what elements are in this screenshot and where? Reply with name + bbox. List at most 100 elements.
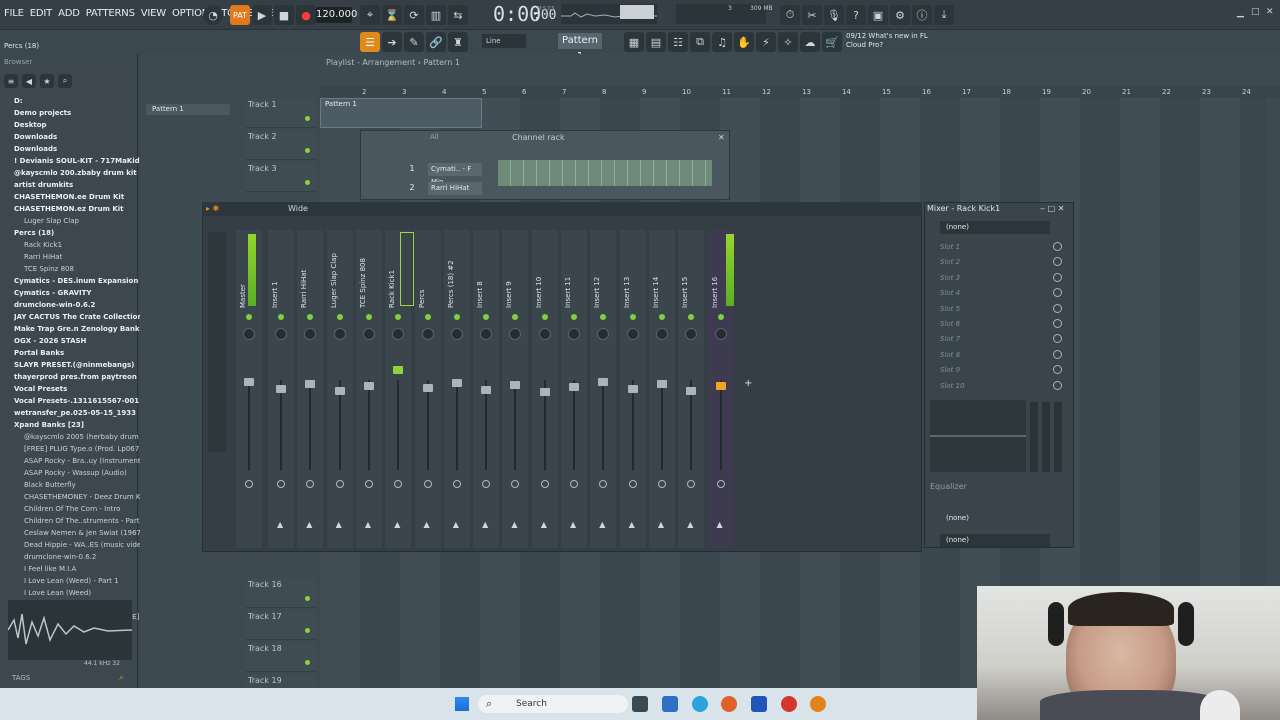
plugin-picker-icon[interactable]: ♫ — [712, 32, 732, 52]
slot-mix-knob[interactable] — [1053, 365, 1062, 375]
pattern-song-toggle[interactable]: PAT — [230, 5, 250, 25]
pan-knob[interactable] — [626, 328, 639, 340]
browser-item[interactable]: CHASETHEMON.ee Drum Kit — [14, 192, 148, 203]
timeline-ruler[interactable]: 2 3 4 5 6 7 8 9 10 11 12 13 14 15 16 17 18 19 20 21 22 23 24 — [320, 86, 1280, 98]
stamp-icon[interactable]: ♜ — [448, 32, 468, 52]
track-header[interactable]: Track 18 — [246, 642, 316, 672]
countdown-icon[interactable]: ⌛ — [382, 5, 402, 25]
effect-slot[interactable]: Slot 8 — [930, 348, 1070, 362]
news-hint[interactable]: 09/12 What's new in FL Cloud Pro? — [846, 32, 936, 50]
pan-knob[interactable] — [392, 328, 405, 340]
route-arrow-icon[interactable]: ▲ — [453, 520, 459, 529]
track-mute-led[interactable] — [305, 148, 310, 153]
volume-fader-cap[interactable] — [627, 385, 638, 393]
pan-knob[interactable] — [304, 328, 317, 340]
effect-slot[interactable]: Slot 7 — [930, 332, 1070, 346]
eq-graph[interactable] — [930, 400, 1026, 472]
strip-enable-led[interactable] — [453, 314, 460, 320]
route-send-icon[interactable] — [628, 480, 637, 488]
save-icon[interactable]: ▣ — [868, 5, 888, 25]
play-icon[interactable]: ▶ — [252, 5, 272, 25]
strip-enable-led[interactable] — [307, 314, 314, 320]
browser-item[interactable]: Rack Kick1 — [24, 240, 158, 251]
track-mute-led[interactable] — [305, 116, 310, 121]
track-header[interactable]: Track 2 — [246, 130, 316, 160]
maximize-icon[interactable]: □ — [1251, 7, 1260, 17]
volume-fader-cap[interactable] — [715, 382, 726, 390]
mixer-strip[interactable]: Insert 8 ▲ — [473, 230, 500, 548]
track-header[interactable]: Track 16 — [246, 578, 316, 608]
effect-slot[interactable]: Slot 5 — [930, 302, 1070, 316]
browser-item[interactable]: ASAP Rocky - Wassup (Audio) — [24, 468, 158, 479]
strip-enable-led[interactable] — [541, 314, 548, 320]
route-arrow-icon[interactable]: ▲ — [541, 520, 547, 529]
browser-item[interactable]: ASAP Rocky - Bra..uy (Instrumental) — [24, 456, 158, 467]
route-arrow-icon[interactable]: ▲ — [629, 520, 635, 529]
route-send-icon[interactable] — [277, 480, 285, 488]
minimize-icon[interactable]: ▁ — [1237, 8, 1244, 18]
strip-enable-led[interactable] — [365, 314, 372, 320]
effect-slot[interactable]: Slot 2 — [930, 255, 1070, 269]
strip-enable-led[interactable] — [246, 314, 252, 320]
draw-icon[interactable]: ✎ — [404, 32, 424, 52]
route-send-icon[interactable] — [687, 480, 696, 488]
mixer-strip[interactable]: Insert 11 ▲ — [561, 230, 587, 548]
mixer-strip[interactable]: Insert 14 ▲ — [648, 230, 675, 548]
browser-item[interactable]: I Feel like M.I.A — [24, 564, 158, 575]
slot-mix-knob[interactable] — [1053, 242, 1062, 251]
browser-item[interactable]: Demo projects — [14, 108, 148, 119]
browser-item[interactable]: thayerprod pres.from paytreon — [14, 372, 148, 383]
mixer-strip[interactable]: Insert 13 ▲ — [619, 230, 646, 548]
pattern-clip[interactable]: Pattern 1 — [320, 98, 482, 128]
slot-mix-knob[interactable] — [1053, 334, 1062, 344]
browser-item[interactable]: Luger Slap Clap — [24, 216, 158, 227]
route-send-icon[interactable] — [716, 480, 725, 488]
track-mute-led[interactable] — [305, 660, 310, 665]
volume-fader-cap[interactable] — [510, 381, 521, 389]
metronome-icon[interactable]: ◔ — [203, 5, 223, 25]
slot-mix-knob[interactable] — [1053, 272, 1062, 282]
browser-item[interactable]: Desktop — [14, 120, 148, 131]
browser-item[interactable]: ! Devianis SOUL-KIT - 717MaKid — [14, 156, 148, 167]
link-icon[interactable]: 🔗 — [426, 32, 446, 52]
volume-fader-cap[interactable] — [598, 378, 609, 386]
output-select-2[interactable]: (none) — [940, 534, 1050, 547]
route-send-icon[interactable] — [570, 480, 578, 488]
route-send-icon[interactable] — [482, 480, 491, 488]
mixer-strip[interactable]: Rarri HiHat ▲ — [297, 230, 324, 548]
step-edit-icon[interactable]: ▥ — [426, 5, 446, 25]
mixer-icon[interactable]: ☷ — [668, 32, 688, 52]
volume-fader-cap[interactable] — [276, 385, 286, 393]
pan-knob[interactable] — [538, 328, 551, 340]
loop-record-icon[interactable]: ⟳ — [404, 5, 424, 25]
plugin-icon[interactable]: ⚙ — [890, 5, 910, 25]
browser-item[interactable]: Cymatics - DES.inum Expansion — [14, 276, 148, 287]
route-arrow-icon[interactable]: ▲ — [658, 520, 664, 529]
slot-mix-knob[interactable] — [1053, 380, 1062, 390]
windows-start-icon[interactable] — [455, 697, 469, 711]
pattern-list-item[interactable]: Pattern 1 — [146, 104, 230, 115]
output-select[interactable]: (none) — [940, 512, 1050, 525]
effect-slot[interactable]: Slot 4 — [930, 286, 1070, 300]
mixer-layout-select[interactable]: Wide — [288, 204, 308, 213]
route-arrow-icon[interactable]: ▲ — [511, 520, 517, 529]
mixer-strip[interactable]: Insert 15 ▲ — [678, 230, 705, 548]
pan-knob[interactable] — [714, 328, 727, 340]
strip-enable-led[interactable] — [483, 314, 490, 320]
browser-item[interactable]: Dead Hippie - WA..ES (music video) — [24, 540, 158, 551]
route-arrow-icon[interactable]: ▲ — [365, 520, 371, 529]
volume-fader-cap[interactable] — [334, 387, 345, 395]
volume-fader-cap[interactable] — [244, 378, 254, 386]
browser-item[interactable]: artist drumkits — [14, 180, 148, 191]
strip-enable-led[interactable] — [717, 314, 724, 320]
browser-item[interactable]: CHASETHEMON.ez Drum Kit — [14, 204, 148, 215]
strip-enable-led[interactable] — [424, 314, 431, 320]
strip-enable-led[interactable] — [600, 314, 607, 320]
track-header[interactable]: Track 17 — [246, 610, 316, 640]
strip-enable-led[interactable] — [571, 314, 577, 320]
track-mute-led[interactable] — [305, 596, 310, 601]
pan-knob[interactable] — [333, 328, 346, 340]
route-send-icon[interactable] — [335, 480, 344, 488]
volume-fader-cap[interactable] — [481, 386, 492, 394]
channel-button[interactable]: Rarri HiHat — [428, 182, 482, 195]
